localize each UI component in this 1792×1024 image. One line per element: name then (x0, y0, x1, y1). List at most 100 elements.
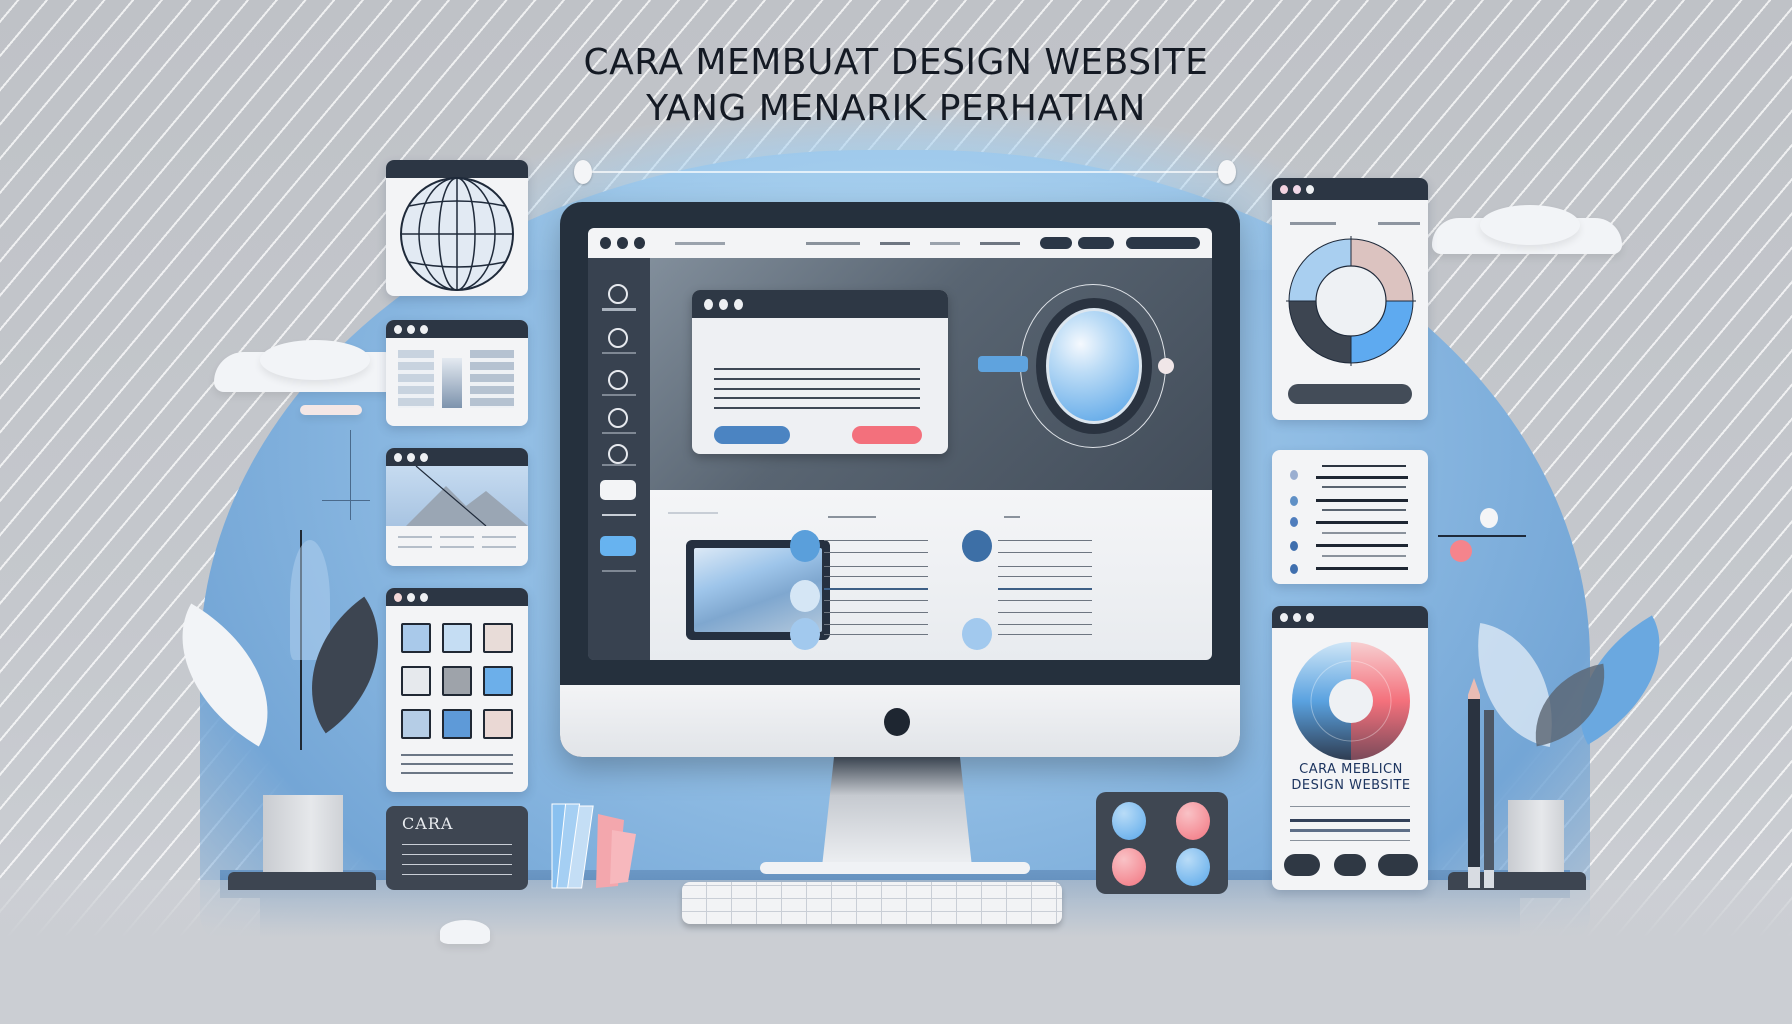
plant-pot (263, 795, 343, 875)
sidebar-active-button[interactable] (600, 536, 636, 556)
location-pin-icon (1480, 508, 1498, 528)
dial-knob[interactable] (1158, 358, 1174, 374)
layout-window (386, 320, 528, 426)
avatar (962, 618, 992, 650)
mountain-icon (406, 465, 528, 527)
sidebar-label (602, 570, 636, 572)
color-wheel-icon (1292, 642, 1410, 760)
promo-button[interactable] (1378, 854, 1418, 876)
slider-knob (1450, 540, 1472, 562)
nav-link[interactable] (980, 241, 1020, 245)
content-block (398, 350, 434, 408)
sparkle-icon (350, 430, 351, 520)
donut-chart-icon (1286, 236, 1416, 366)
secondary-button[interactable] (852, 426, 922, 444)
sidebar-button[interactable] (600, 480, 636, 500)
color-dot-pink[interactable] (1176, 802, 1210, 840)
list-bullet (1290, 517, 1298, 527)
gallery-thumb[interactable] (483, 623, 513, 653)
page-title: CARA MEMBUAT DESIGN WEBSITE YANG MENARIK… (0, 40, 1792, 132)
nav-button[interactable] (1078, 237, 1114, 249)
promo-heading-line-1: CARA MEBLICN (1299, 762, 1403, 777)
avatar[interactable] (962, 530, 992, 562)
nav-link[interactable] (806, 241, 860, 245)
clock-icon[interactable] (608, 328, 628, 348)
promo-button[interactable] (1284, 854, 1320, 876)
camera-icon (884, 708, 910, 736)
lock-icon[interactable] (608, 444, 628, 464)
window-dot (1293, 612, 1301, 622)
color-palette-pad (1096, 792, 1228, 894)
globe-icon (400, 177, 514, 291)
window-dot (394, 452, 402, 462)
pencil-icon (1484, 710, 1494, 888)
pin-icon (1218, 160, 1236, 184)
dark-card-heading: CARA (402, 814, 454, 833)
nav-button-cta[interactable] (1126, 237, 1200, 249)
promo-button[interactable] (1334, 854, 1366, 876)
color-swatch-icon (551, 803, 636, 889)
color-dot-pink[interactable] (1112, 848, 1146, 886)
window-dot (1293, 184, 1301, 194)
site-logo[interactable] (675, 241, 725, 245)
color-dot-blue[interactable] (1112, 802, 1146, 840)
window-dot (1280, 612, 1288, 622)
nav-link[interactable] (930, 241, 960, 245)
cloud-icon (260, 340, 370, 380)
sidebar-label (602, 352, 636, 354)
cloud-icon (440, 920, 490, 944)
plant-icon (1460, 610, 1700, 810)
globe-window (386, 160, 528, 296)
sidebar-label (602, 514, 636, 516)
gallery-thumb[interactable] (483, 666, 513, 696)
shield-icon[interactable] (608, 370, 628, 390)
avatar[interactable] (790, 530, 820, 562)
keyboard (682, 882, 1062, 924)
window-dot (1306, 184, 1314, 194)
sidebar-label (602, 394, 636, 396)
window-dot (420, 324, 428, 334)
slider-track (1438, 535, 1526, 537)
primary-button[interactable] (714, 426, 790, 444)
browser-nav-bar (588, 228, 1212, 258)
chart-action-button[interactable] (1288, 384, 1412, 404)
dark-text-card: CARA (386, 806, 528, 890)
monitor-screen (588, 228, 1212, 660)
list-window (1272, 450, 1428, 584)
link-icon[interactable] (608, 408, 628, 428)
monitor-stand-base (760, 862, 1030, 874)
promo-heading: CARA MEBLICN DESIGN WEBSITE (1278, 762, 1424, 794)
window-dot (407, 324, 415, 334)
title-line-2: YANG MENARIK PERHATIAN (646, 88, 1146, 129)
plant-icon (146, 530, 416, 800)
list-bullet (1290, 541, 1298, 551)
gallery-thumb[interactable] (442, 666, 472, 696)
promo-heading-line-2: DESIGN WEBSITE (1291, 778, 1411, 793)
gallery-thumb[interactable] (442, 623, 472, 653)
nav-link[interactable] (880, 241, 910, 245)
window-dot (600, 237, 611, 249)
title-divider (585, 171, 1230, 173)
window-dot (394, 592, 402, 602)
pin-icon (574, 160, 592, 184)
gallery-thumb[interactable] (401, 666, 431, 696)
sidebar-label (602, 464, 636, 466)
window-dot (1306, 612, 1314, 622)
sidebar-label (602, 308, 636, 311)
promo-card-window: CARA MEBLICN DESIGN WEBSITE (1272, 606, 1428, 890)
cloud-icon (300, 405, 362, 415)
column-title (1004, 516, 1020, 518)
content-block (470, 350, 514, 408)
gallery-thumb[interactable] (442, 709, 472, 739)
chart-window (1272, 178, 1428, 420)
gallery-thumb[interactable] (401, 709, 431, 739)
nav-button[interactable] (1040, 237, 1072, 249)
color-dot-blue[interactable] (1176, 848, 1210, 886)
gallery-thumb[interactable] (483, 709, 513, 739)
gallery-thumb[interactable] (401, 623, 431, 653)
window-dot (394, 324, 402, 334)
content-block (442, 358, 462, 408)
profile-icon[interactable] (608, 284, 628, 304)
dial-tag[interactable] (978, 356, 1028, 372)
window-dot (719, 298, 728, 310)
